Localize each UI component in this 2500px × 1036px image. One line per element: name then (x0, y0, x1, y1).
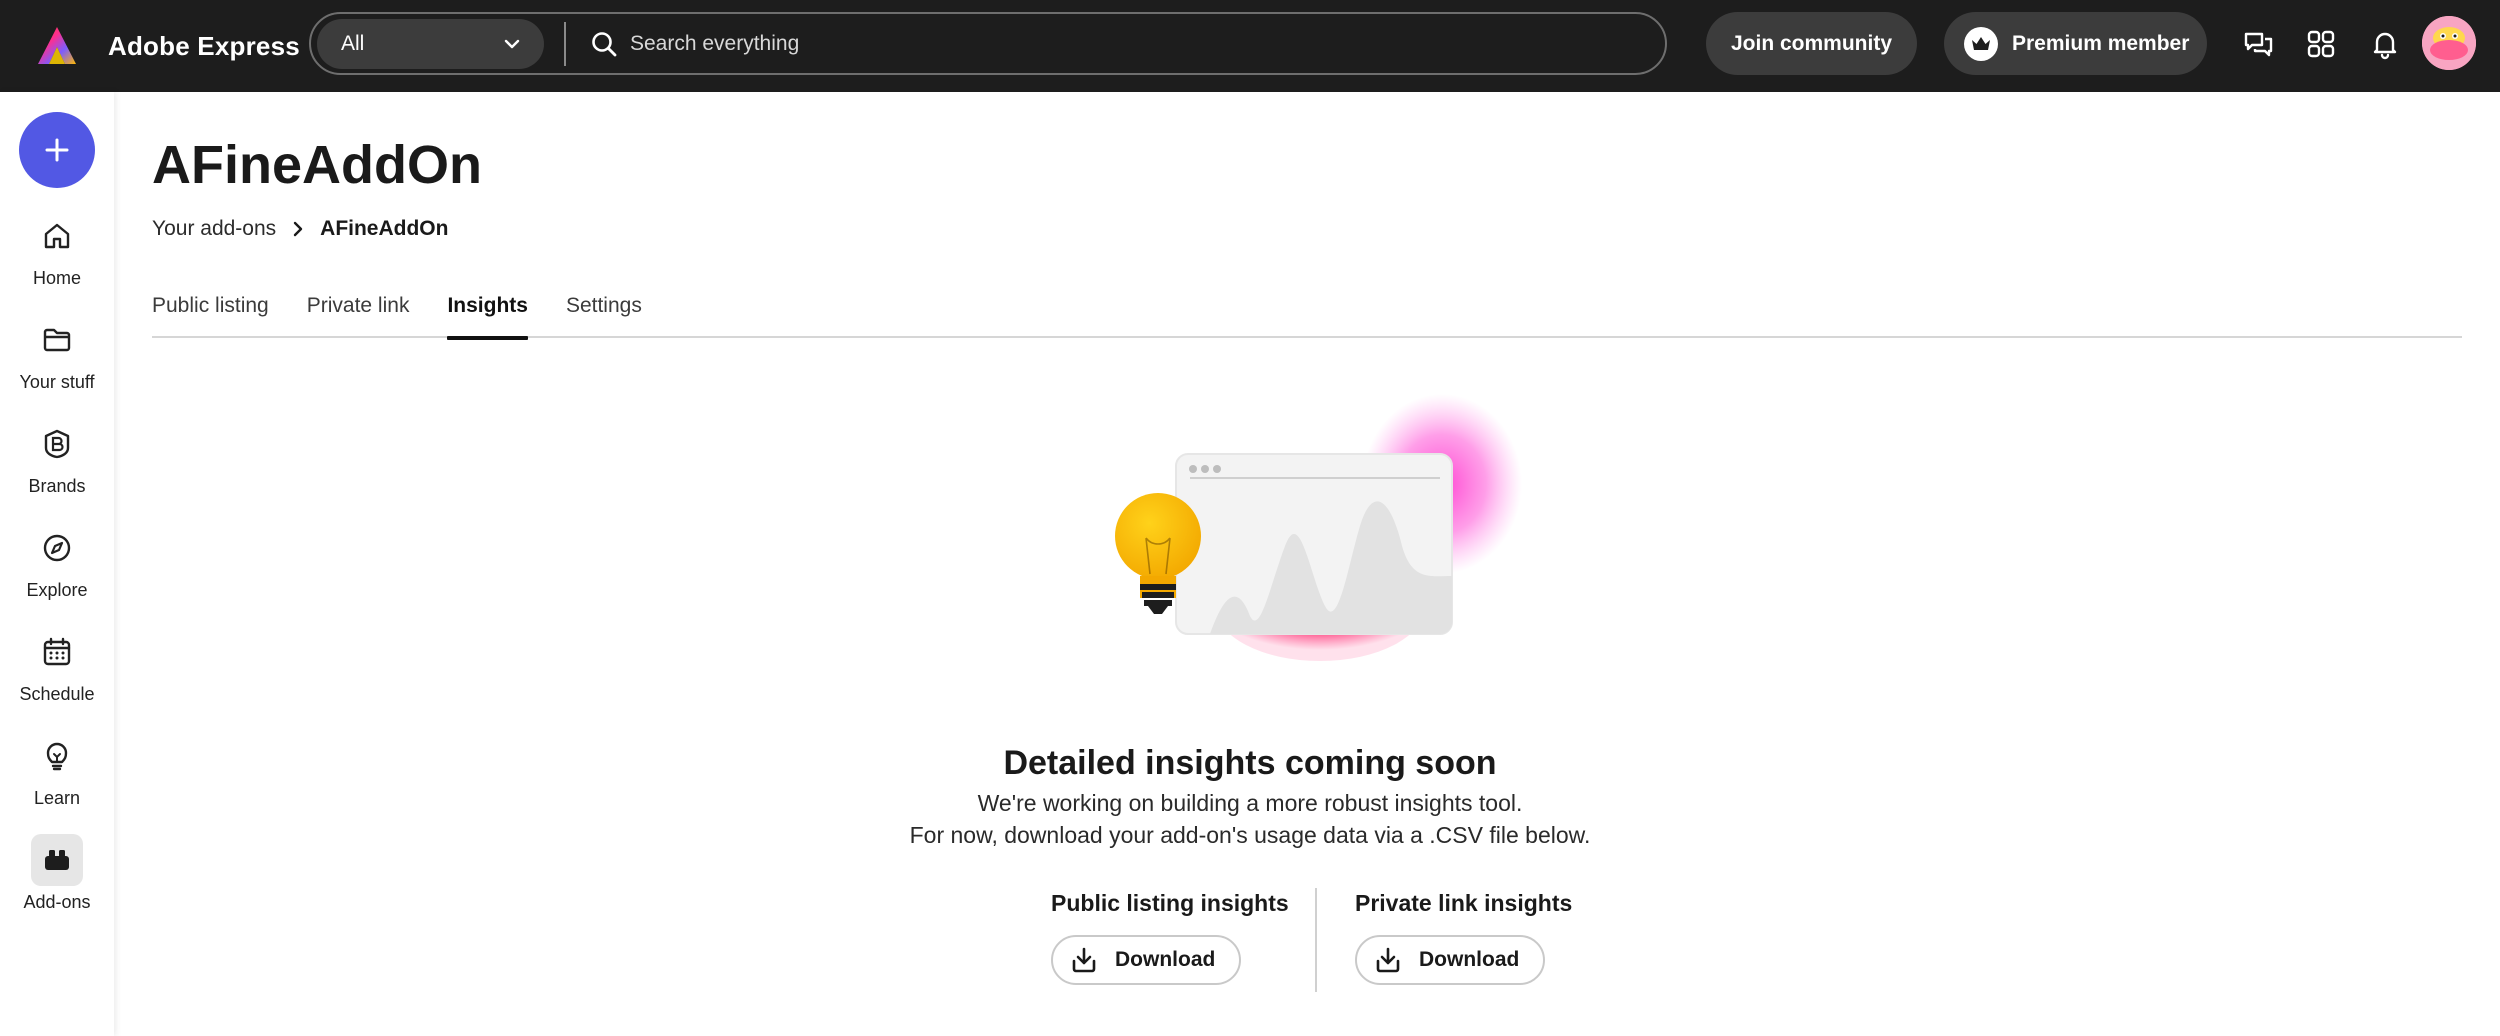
sidebar-item-home[interactable]: Home (0, 210, 114, 300)
apps-grid-icon[interactable] (2303, 26, 2339, 62)
breadcrumb-current: AFineAddOn (320, 217, 449, 240)
download-icon (1072, 947, 1096, 973)
tab-settings[interactable]: Settings (566, 294, 642, 338)
calendar-icon (31, 626, 83, 678)
folder-icon (31, 314, 83, 366)
chevron-down-icon (504, 39, 520, 48)
premium-member-button[interactable]: Premium member (1944, 12, 2207, 75)
download-label: Download (1115, 948, 1216, 971)
public-listing-insights-section: Public listing insights Download (1051, 890, 1289, 985)
sidebar-item-label: Explore (26, 580, 88, 600)
public-listing-download-button[interactable]: Download (1051, 935, 1242, 985)
brand[interactable]: Adobe Express (36, 25, 300, 67)
sidebar-item-schedule[interactable]: Schedule (0, 626, 114, 716)
search-scope-dropdown[interactable]: All (317, 18, 544, 69)
brand-icon (31, 418, 83, 470)
premium-member-label: Premium member (2012, 31, 2190, 55)
search-scope-value: All (341, 31, 365, 55)
home-icon (31, 210, 83, 262)
section-divider (1315, 888, 1317, 992)
search-icon (592, 31, 617, 56)
plus-icon (45, 138, 69, 162)
compass-icon (31, 522, 83, 574)
chevron-right-icon (293, 221, 303, 237)
insights-description-line-2: For now, download your add-on's usage da… (909, 822, 1591, 848)
bell-icon[interactable] (2367, 26, 2403, 62)
chat-icon[interactable] (2240, 26, 2276, 62)
join-community-label: Join community (1730, 31, 1893, 55)
sidebar-item-label: Your stuff (19, 372, 95, 392)
sidebar-item-your-stuff[interactable]: Your stuff (0, 314, 114, 404)
create-button[interactable] (19, 112, 95, 188)
public-listing-insights-title: Public listing insights (1051, 890, 1289, 916)
tab-insights[interactable]: Insights (447, 294, 528, 340)
download-icon (1376, 947, 1400, 973)
search-input[interactable] (630, 31, 1665, 56)
search-bar: All (309, 12, 1667, 75)
private-link-insights-title: Private link insights (1355, 890, 1573, 916)
sidebar-item-label: Home (32, 268, 81, 288)
app-name: Adobe Express (108, 30, 300, 61)
left-rail: Home Your stuff Brands Explore Schedule … (0, 92, 114, 1036)
sidebar-item-explore[interactable]: Explore (0, 522, 114, 612)
join-community-button[interactable]: Join community (1706, 12, 1917, 75)
tab-bar: Public listing Private link Insights Set… (152, 294, 2462, 340)
adobe-express-logo-icon (38, 27, 76, 64)
insights-illustration (1115, 394, 1522, 661)
private-link-insights-section: Private link insights Download (1355, 890, 1572, 985)
tab-private-link[interactable]: Private link (307, 294, 410, 338)
tab-public-listing[interactable]: Public listing (152, 294, 269, 338)
breadcrumb-parent-link[interactable]: Your add-ons (152, 217, 276, 241)
page-title: AFineAddOn (152, 135, 482, 195)
sidebar-item-label: Schedule (19, 684, 95, 704)
crown-icon (1964, 26, 1998, 61)
sidebar-item-label: Add-ons (23, 892, 91, 912)
sidebar-item-label: Brands (28, 476, 86, 496)
insights-description-line-1: We're working on building a more robust … (977, 790, 1523, 816)
insights-heading: Detailed insights coming soon (1003, 744, 1497, 782)
search-divider (564, 21, 566, 66)
breadcrumb: Your add-ons AFineAddOn (152, 217, 448, 241)
avatar[interactable] (2422, 16, 2476, 70)
top-bar: Adobe Express All Join community Premium… (0, 0, 2500, 92)
download-label: Download (1419, 948, 1520, 971)
sidebar-item-brands[interactable]: Brands (0, 418, 114, 508)
private-link-download-button[interactable]: Download (1355, 935, 1546, 985)
